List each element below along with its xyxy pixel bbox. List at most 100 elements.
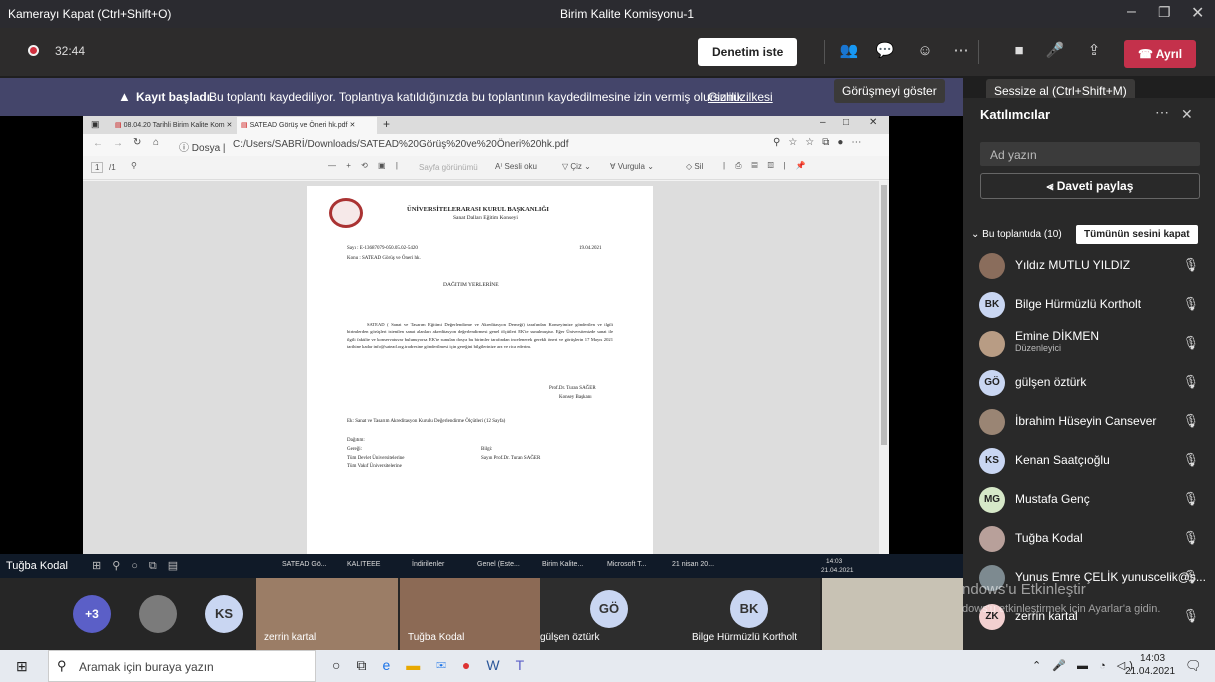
participant-row[interactable]: BK Bilge Hürmüzlü Kortholt 🎙 — [963, 286, 1215, 324]
taskbar-pinned-icons[interactable]: ○⧉e▬✉●WT — [332, 657, 540, 674]
notifications-icon[interactable]: 🗨 — [1185, 658, 1202, 674]
doc-body: SATEAD ( Sanat ve Tasarım Eğitimi Değerl… — [347, 322, 613, 350]
tab-actions-icon[interactable]: ▣ — [91, 119, 100, 130]
participant-name: Mustafa Genç — [1015, 492, 1090, 506]
browser-window: ▣ ▤ 08.04.20 Tarihli Birim Kalite Kom ✕ … — [83, 116, 889, 554]
doc-sign-title: Konsey Başkanı — [559, 395, 592, 400]
draw-button[interactable]: ▽ Çiz ⌄ — [562, 162, 591, 171]
pdf-search-icon[interactable]: ⚲ — [131, 161, 137, 170]
participant-row[interactable]: Emine DİKMEN Düzenleyici 🎙 — [963, 325, 1215, 363]
pdf-page: ÜNİVERSİTELERARASI KURUL BAŞKANLIĞI Sana… — [307, 186, 653, 554]
chat-icon[interactable]: 💬 — [874, 40, 896, 62]
privacy-link[interactable]: Gizlilik ilkesi — [708, 90, 773, 104]
participant-name: İbrahim Hüseyin Cansever — [1015, 414, 1157, 428]
self-video-tile[interactable] — [822, 578, 963, 650]
participant-name: Kenan Saatçıoğlu — [1015, 453, 1110, 467]
maximize-icon[interactable]: ❐ — [1158, 4, 1171, 21]
tab-pdf[interactable]: ▤ SATEAD Görüş ve Öneri hk.pdf ✕ — [237, 117, 377, 134]
participant-list: Yıldız MUTLU YILDIZ 🎙 BK Bilge Hürmüzlü Kor… — [963, 247, 1215, 637]
doc-b1: Sayın Prof.Dr. Turan SAĞER — [481, 456, 541, 461]
leave-button[interactable]: ☎ Ayrıl — [1124, 40, 1196, 68]
erase-button[interactable]: ◇ Sil — [686, 162, 703, 171]
tooltip-chat: Görüşmeyi göster — [834, 79, 945, 103]
tile-bilge[interactable]: BK Bilge Hürmüzlü Kortholt — [680, 578, 820, 650]
zoom-controls[interactable]: — + ⟲ ▣ | — [328, 161, 398, 170]
shared-app-list: SATEAD Gö... KALITEEE İndirilenler Genel (E… — [280, 558, 735, 576]
microphone-icon: 🎙 — [1182, 608, 1199, 623]
taskbar-search[interactable]: ⚲ Aramak için buraya yazın — [48, 650, 316, 682]
more-participants-button[interactable]: +3 — [73, 595, 111, 633]
shared-app-button: KALITEEE — [347, 561, 381, 568]
url-field[interactable]: C:/Users/SABRİ/Downloads/SATEAD%20Görüş%… — [233, 139, 569, 150]
presenter-name: Tuğba Kodal — [6, 560, 68, 572]
pdf-scrollbar[interactable] — [879, 181, 889, 554]
microphone-icon[interactable]: 🎤 — [1044, 40, 1066, 62]
minimize-icon[interactable]: – — [1127, 3, 1136, 21]
participant-row[interactable]: İbrahim Hüseyin Cansever 🎙 — [963, 403, 1215, 441]
shared-taskbar-icons: ⊞⚲○⧉▤ — [92, 560, 190, 572]
video-tile-zerrin[interactable]: zerrin kartal — [256, 578, 398, 650]
panel-close-icon[interactable]: ✕ — [1181, 106, 1193, 123]
read-aloud-button[interactable]: A⁾ Sesli oku — [495, 162, 537, 171]
camera-icon[interactable]: ■ — [1008, 40, 1030, 62]
shared-app-button: Genel (Este... — [477, 561, 520, 568]
forward-icon[interactable]: → — [113, 138, 123, 149]
page-view-button[interactable]: Sayfa görünümü — [419, 163, 478, 172]
browser-close-icon[interactable]: ✕ — [869, 117, 877, 128]
shared-clock-time: 14:03 — [826, 558, 843, 565]
meeting-timer: 32:44 — [55, 44, 86, 58]
mute-all-button[interactable]: Tümünün sesini kapat — [1076, 225, 1198, 244]
doc-geregi: Gereği: — [347, 447, 362, 452]
video-gallery: +3 KS zerrin kartal Tuğba Kodal GÖ gülşe… — [0, 578, 963, 650]
highlight-label: Vurgula — [617, 162, 645, 171]
home-icon[interactable]: ⌂ — [153, 137, 159, 148]
doc-ek: Ek: Sanat ve Tasarım Akreditasyon Kurulu… — [347, 419, 506, 424]
request-control-button[interactable]: Denetim iste — [698, 38, 798, 66]
refresh-icon[interactable]: ↻ — [133, 137, 141, 148]
microphone-icon: 🎙 — [1182, 335, 1199, 350]
doc-sayi: Sayı : E-13687079-050.05.02-5420 — [347, 246, 418, 251]
back-icon[interactable]: ← — [93, 138, 103, 149]
participant-row[interactable]: Tuğba Kodal 🎙 — [963, 520, 1215, 558]
activation-watermark-title: ndows'u Etkinleştir — [962, 581, 1086, 598]
meeting-section[interactable]: ⌄ Bu toplantıda (10) — [971, 229, 1062, 240]
doc-konu: Konu : SATEAD Görüş ve Öneri hk. — [347, 256, 421, 261]
tile-gulsen[interactable]: GÖ gülşen öztürk — [540, 578, 680, 650]
divider — [978, 40, 979, 64]
camera-toggle-label[interactable]: Kamerayı Kapat (Ctrl+Shift+O) — [8, 7, 171, 21]
participant-row[interactable]: Yıldız MUTLU YILDIZ 🎙 — [963, 247, 1215, 285]
panel-more-icon[interactable]: ⋯ — [1155, 104, 1169, 121]
tab-first[interactable]: ▤ 08.04.20 Tarihli Birim Kalite Kom ✕ — [111, 117, 235, 134]
banner-text: Bu toplantı kaydediliyor. Toplantıya kat… — [209, 90, 750, 104]
highlight-button[interactable]: ∀ Vurgula ⌄ — [610, 162, 654, 171]
new-tab-icon[interactable]: + — [383, 117, 390, 131]
meeting-title: Birim Kalite Komisyonu-1 — [560, 7, 695, 21]
start-icon[interactable]: ⊞ — [16, 658, 28, 675]
recording-icon — [28, 45, 39, 56]
participant-search-input[interactable]: Ad yazın — [980, 142, 1200, 166]
participant-avatar: BK — [979, 292, 1005, 318]
shared-app-button: İndirilenler — [412, 561, 445, 568]
participant-row[interactable]: MG Mustafa Genç 🎙 — [963, 481, 1215, 519]
participants-icon[interactable]: 👥 — [838, 40, 860, 62]
video-tile-tugba[interactable]: Tuğba Kodal — [400, 578, 540, 650]
share-screen-icon[interactable]: ⇪ — [1083, 40, 1105, 62]
microphone-icon: 🎙 — [1182, 257, 1199, 272]
read-aloud-label: Sesli oku — [504, 162, 537, 171]
more-options-icon[interactable]: ⋯ — [950, 40, 972, 62]
close-icon[interactable]: ✕ — [1191, 3, 1204, 23]
participant-row[interactable]: KS Kenan Saatçıoğlu 🎙 — [963, 442, 1215, 480]
share-invite-button[interactable]: ⪡ Daveti paylaş — [980, 173, 1200, 199]
participant-avatar — [979, 409, 1005, 435]
pdf-extra-icons[interactable]: |⎙▤▧|📌 — [723, 161, 816, 171]
participant-avatar — [139, 595, 177, 633]
breakout-icon[interactable]: ☺ — [914, 40, 936, 62]
participant-avatar: MG — [979, 487, 1005, 513]
page-number-input[interactable]: 1 — [91, 162, 104, 173]
participant-row[interactable]: GÖ gülşen öztürk 🎙 — [963, 364, 1215, 402]
browser-minimize-icon[interactable]: – — [820, 117, 826, 128]
tray-icons[interactable]: ⌃ 🎤 ▬ ◔ ◁) — [1032, 659, 1137, 672]
browser-actions-icon[interactable]: ⚲☆☆⧉●⋯ — [773, 137, 869, 148]
browser-maximize-icon[interactable]: □ — [843, 117, 849, 128]
tile-name: Bilge Hürmüzlü Kortholt — [692, 632, 798, 643]
